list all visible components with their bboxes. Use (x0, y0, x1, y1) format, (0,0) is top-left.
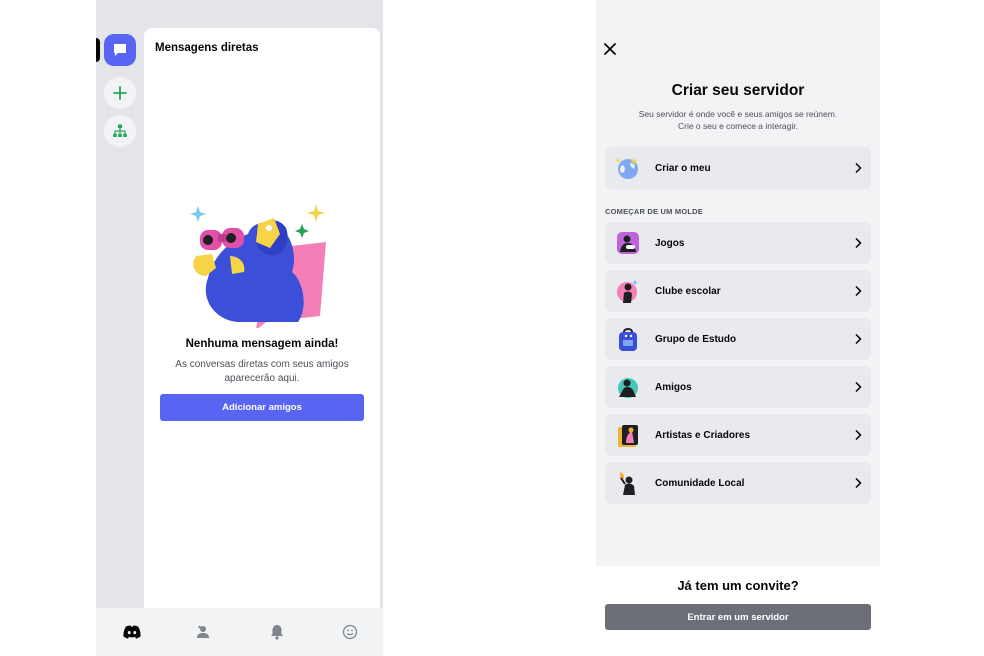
chevron-right-icon (855, 237, 862, 249)
nav-friends[interactable] (190, 618, 218, 646)
template-option-grupo-de-estudo[interactable]: Grupo de Estudo (605, 318, 871, 360)
chevron-right-icon (855, 333, 862, 345)
empty-state-description-line2: aparecerão aqui. (224, 373, 300, 384)
template-label: Artistas e Criadores (655, 429, 751, 441)
chevron-right-icon (855, 162, 862, 174)
template-option-jogos[interactable]: Jogos (605, 222, 871, 264)
selected-indicator (96, 38, 100, 62)
template-label: Clube escolar (655, 285, 721, 297)
template-option-comunidade-local[interactable]: Comunidade Local (605, 462, 871, 504)
template-option-clube-escolar[interactable]: Clube escolar (605, 270, 871, 312)
discord-home-icon (123, 625, 141, 639)
page-subtitle-line2: Crie o seu e comece a interagir. (677, 121, 798, 131)
invite-section: Já tem um convite? Entrar em um servidor (596, 566, 880, 656)
notifications-icon (271, 625, 283, 640)
page-subtitle: Seu servidor é onde você e seus amigos s… (616, 108, 860, 132)
nav-home[interactable] (118, 618, 146, 646)
direct-messages-icon (114, 44, 126, 56)
templates-section-label: COMEÇAR DE UM MOLDE (605, 207, 703, 216)
direct-messages-button[interactable] (104, 34, 136, 66)
chevron-right-icon (855, 429, 862, 441)
empty-state-title: Nenhuma mensagem ainda! (185, 338, 339, 350)
create-server-screen: Criar seu servidor Seu servidor é onde v… (596, 0, 880, 656)
add-server-icon (113, 86, 127, 100)
profile-icon (342, 624, 358, 640)
dm-panel: Mensagens diretas Nenhuma mensagem ainda… (144, 28, 380, 608)
globe-icon (615, 157, 638, 179)
template-option-artistas-e-criadores[interactable]: Artistas e Criadores (605, 414, 871, 456)
chevron-right-icon (855, 285, 862, 297)
close-icon[interactable] (602, 41, 618, 57)
direct-messages-screen: Mensagens diretas Nenhuma mensagem ainda… (96, 0, 383, 656)
template-label: Comunidade Local (655, 477, 745, 489)
join-server-button[interactable]: Entrar em um servidor (605, 604, 871, 630)
create-own-option[interactable]: Criar o meu (605, 147, 871, 189)
artists-icon (618, 425, 638, 447)
nav-profile[interactable] (336, 618, 364, 646)
friends-icon (197, 625, 209, 638)
template-label: Amigos (655, 381, 692, 393)
explore-servers-icon (113, 124, 127, 137)
study-group-icon (619, 328, 637, 351)
explore-servers-button[interactable] (104, 115, 136, 147)
nav-notifications[interactable] (263, 618, 291, 646)
empty-state-description-line1: As conversas diretas com seus amigos (175, 359, 349, 370)
invite-title: Já tem um convite? (677, 578, 799, 593)
page-subtitle-line1: Seu servidor é onde você e seus amigos s… (638, 109, 838, 119)
bottom-navigation (96, 608, 383, 656)
template-label: Jogos (655, 237, 685, 249)
create-own-label: Criar o meu (655, 162, 711, 174)
gaming-icon (617, 232, 639, 254)
chevron-right-icon (855, 381, 862, 393)
dm-header: Mensagens diretas (155, 42, 259, 54)
page-title: Criar seu servidor (671, 82, 805, 99)
add-server-button[interactable] (104, 77, 136, 109)
template-option-amigos[interactable]: Amigos (605, 366, 871, 408)
friends-icon (618, 378, 638, 398)
binoculars-character-illustration (190, 204, 326, 328)
template-label: Grupo de Estudo (655, 333, 737, 345)
server-rail (96, 0, 144, 608)
local-community-icon (620, 472, 635, 495)
school-club-icon (617, 280, 638, 303)
add-friends-button[interactable]: Adicionar amigos (160, 394, 364, 421)
chevron-right-icon (855, 477, 862, 489)
empty-state-description: As conversas diretas com seus amigos apa… (166, 358, 358, 386)
